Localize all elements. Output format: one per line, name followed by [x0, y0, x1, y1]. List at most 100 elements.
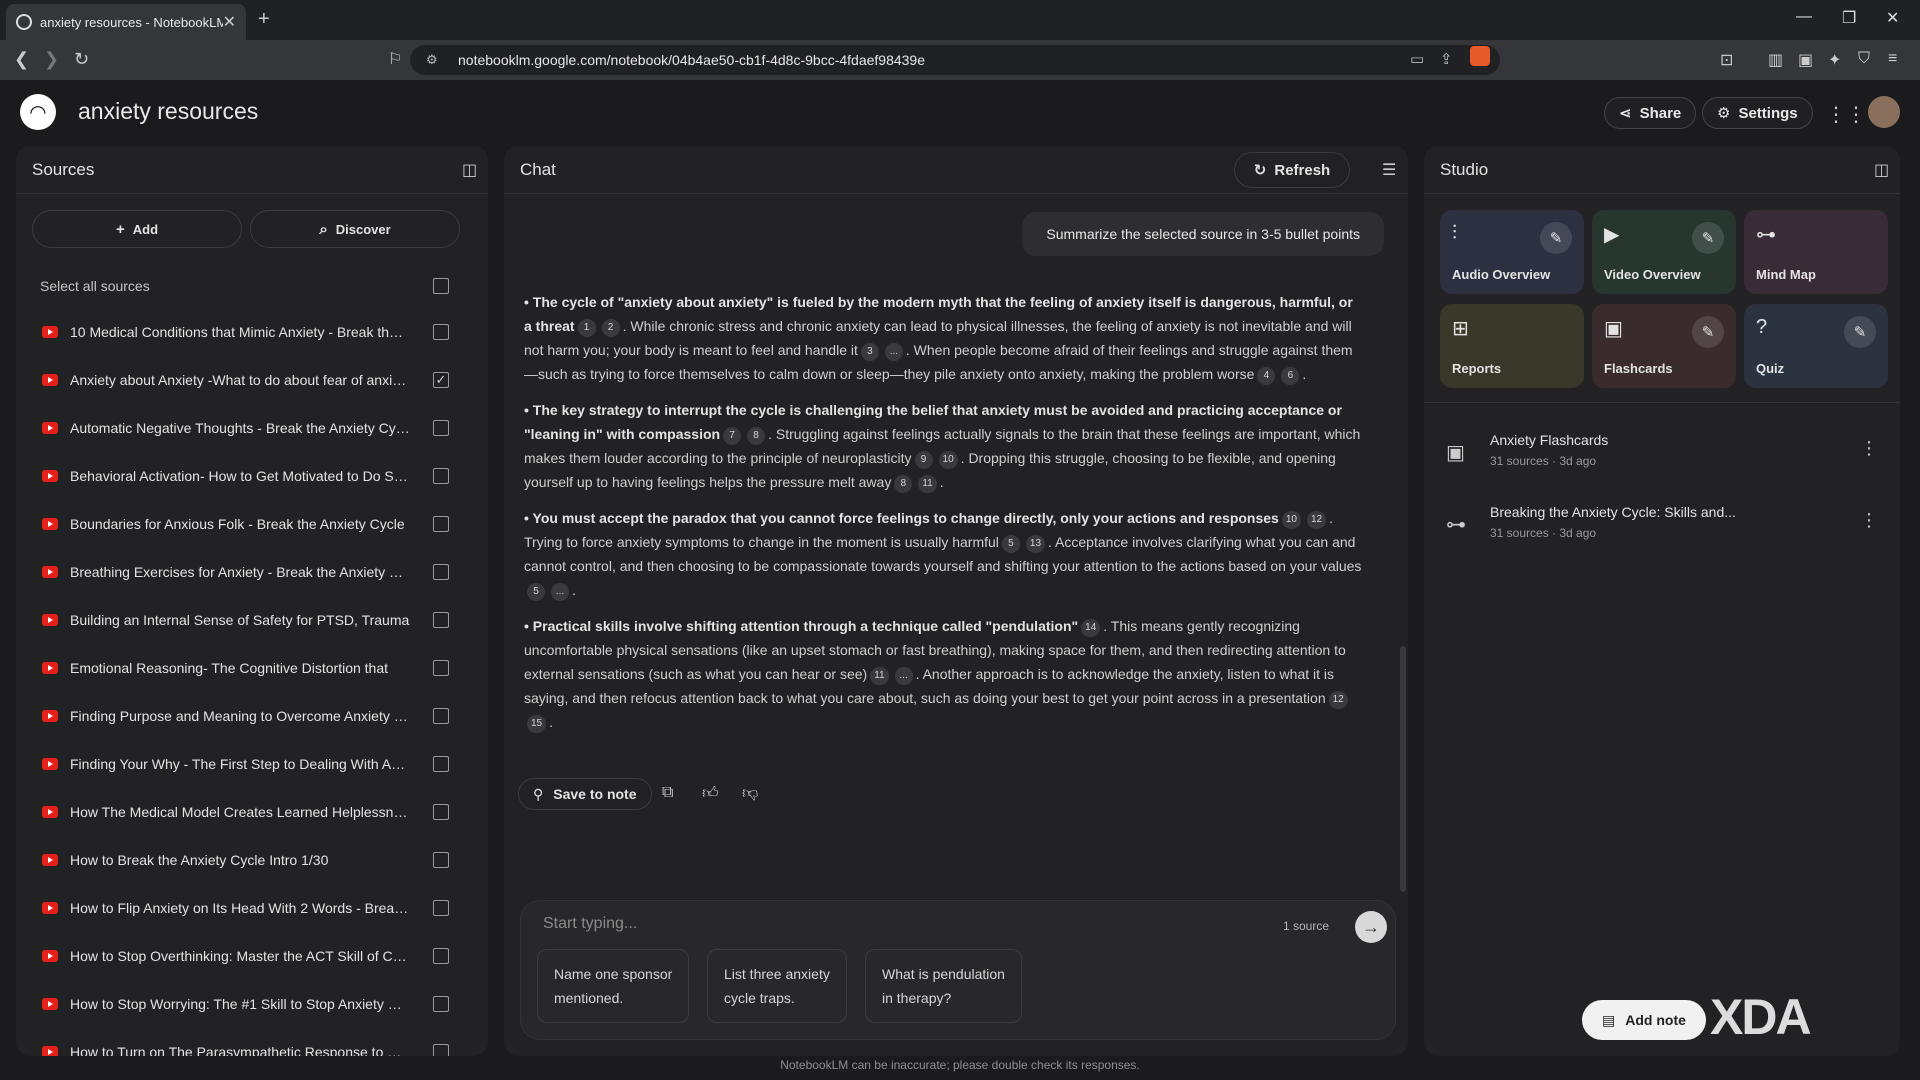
- minimize-icon[interactable]: —: [1796, 8, 1812, 26]
- brave-shield-icon[interactable]: [1470, 46, 1490, 66]
- studio-tile[interactable]: ? ✎ Quiz: [1744, 304, 1888, 388]
- menu-icon[interactable]: ≡: [1888, 50, 1897, 68]
- citation-chip[interactable]: 13: [1025, 535, 1046, 553]
- thumbs-down-icon[interactable]: 👎︎: [742, 784, 758, 803]
- url-bar[interactable]: ⚙ notebooklm.google.com/notebook/04b4ae5…: [410, 45, 1500, 75]
- edit-icon[interactable]: ✎: [1692, 316, 1724, 348]
- citation-chip[interactable]: 14: [1081, 619, 1101, 637]
- citation-chip[interactable]: 12: [1306, 511, 1327, 529]
- source-checkbox[interactable]: ✓: [433, 372, 449, 388]
- source-item[interactable]: Automatic Negative Thoughts - Break the …: [42, 408, 412, 448]
- vpn-icon[interactable]: ⛉: [1858, 50, 1870, 68]
- citation-chip[interactable]: ...: [884, 343, 903, 361]
- source-item[interactable]: How to Stop Worrying: The #1 Skill to St…: [42, 984, 412, 1024]
- screenshot-icon[interactable]: ⊡: [1720, 50, 1733, 70]
- source-item[interactable]: Boundaries for Anxious Folk - Break the …: [42, 504, 412, 544]
- leo-ai-icon[interactable]: ✦: [1828, 50, 1841, 70]
- collapse-sources-icon[interactable]: ◫: [462, 160, 477, 180]
- select-all-checkbox[interactable]: [433, 278, 449, 294]
- restore-icon[interactable]: ❐: [1842, 8, 1856, 28]
- close-tab-icon[interactable]: ✕: [223, 12, 236, 32]
- share-button[interactable]: ⋖ Share: [1604, 97, 1697, 129]
- citation-chip[interactable]: ...: [894, 667, 913, 685]
- edit-icon[interactable]: ✎: [1844, 316, 1876, 348]
- citation-chip[interactable]: 1: [577, 319, 596, 337]
- citation-chip[interactable]: 10: [1281, 511, 1301, 529]
- citation-chip[interactable]: 12: [1328, 691, 1348, 709]
- citation-chip[interactable]: 7: [723, 427, 742, 445]
- citation-chip[interactable]: 10: [938, 451, 958, 469]
- copy-icon[interactable]: ⧉: [662, 784, 673, 802]
- save-to-note-button[interactable]: ⚲ Save to note: [518, 778, 652, 810]
- source-checkbox[interactable]: [433, 996, 449, 1012]
- chat-input[interactable]: Start typing...: [543, 915, 637, 933]
- citation-chip[interactable]: 4: [1257, 367, 1276, 385]
- source-item[interactable]: Finding Purpose and Meaning to Overcome …: [42, 696, 412, 736]
- sidebar-toggle-icon[interactable]: ▥: [1768, 50, 1783, 70]
- source-checkbox[interactable]: [433, 612, 449, 628]
- citation-chip[interactable]: ...: [551, 583, 569, 601]
- chat-options-icon[interactable]: ☰: [1382, 160, 1396, 180]
- bookmark-icon[interactable]: ⚐: [388, 49, 402, 69]
- forward-icon[interactable]: ❯: [44, 49, 59, 70]
- add-note-button[interactable]: ▤ Add note: [1582, 1000, 1706, 1040]
- edit-icon[interactable]: ✎: [1692, 222, 1724, 254]
- reload-icon[interactable]: ↻: [74, 49, 89, 70]
- source-item[interactable]: Behavioral Activation- How to Get Motiva…: [42, 456, 412, 496]
- source-checkbox[interactable]: [433, 468, 449, 484]
- source-checkbox[interactable]: [433, 852, 449, 868]
- source-item[interactable]: Finding Your Why - The First Step to Dea…: [42, 744, 412, 784]
- source-checkbox[interactable]: [433, 564, 449, 580]
- source-item[interactable]: Breathing Exercises for Anxiety - Break …: [42, 552, 412, 592]
- notebook-title[interactable]: anxiety resources: [78, 98, 258, 125]
- source-checkbox[interactable]: [433, 900, 449, 916]
- source-item[interactable]: How to Stop Overthinking: Master the ACT…: [42, 936, 412, 976]
- source-checkbox[interactable]: [433, 324, 449, 340]
- citation-chip[interactable]: 2: [601, 319, 620, 337]
- source-checkbox[interactable]: [433, 420, 449, 436]
- citation-chip[interactable]: 11: [918, 475, 937, 493]
- citation-chip[interactable]: 5: [1001, 535, 1020, 553]
- avatar[interactable]: [1868, 96, 1900, 128]
- more-vert-icon[interactable]: ⋮: [1860, 438, 1878, 459]
- more-vert-icon[interactable]: ⋮: [1860, 510, 1878, 531]
- notebooklm-logo-icon[interactable]: ◠: [20, 94, 56, 130]
- source-checkbox[interactable]: [433, 948, 449, 964]
- source-checkbox[interactable]: [433, 1044, 449, 1056]
- source-item[interactable]: How to Flip Anxiety on Its Head With 2 W…: [42, 888, 412, 928]
- citation-chip[interactable]: 15: [527, 715, 547, 733]
- collapse-studio-icon[interactable]: ◫: [1874, 160, 1889, 180]
- settings-button[interactable]: ⚙ Settings: [1702, 97, 1813, 129]
- send-button[interactable]: →: [1355, 911, 1387, 943]
- cast-icon[interactable]: ▭: [1410, 50, 1424, 68]
- thumbs-up-icon[interactable]: 👍︎: [702, 784, 719, 803]
- citation-chip[interactable]: 8: [894, 475, 913, 493]
- source-checkbox[interactable]: [433, 516, 449, 532]
- source-item[interactable]: How to Break the Anxiety Cycle Intro 1/3…: [42, 840, 412, 880]
- browser-tab[interactable]: anxiety resources - NotebookLM ✕: [6, 4, 246, 40]
- source-item[interactable]: Anxiety about Anxiety -What to do about …: [42, 360, 412, 400]
- source-checkbox[interactable]: [433, 804, 449, 820]
- wallet-icon[interactable]: ▣: [1798, 50, 1813, 70]
- suggestion-chip[interactable]: What is pendulation in therapy?: [865, 949, 1022, 1023]
- source-item[interactable]: How to Turn on The Parasympathetic Respo…: [42, 1032, 412, 1056]
- site-settings-icon[interactable]: ⚙: [426, 52, 438, 68]
- source-checkbox[interactable]: [433, 708, 449, 724]
- source-item[interactable]: How The Medical Model Creates Learned He…: [42, 792, 412, 832]
- refresh-button[interactable]: ↻ Refresh: [1234, 152, 1350, 188]
- citation-chip[interactable]: 5: [527, 583, 545, 601]
- source-item[interactable]: Building an Internal Sense of Safety for…: [42, 600, 412, 640]
- back-icon[interactable]: ❮: [14, 49, 29, 70]
- studio-tile[interactable]: ▣ ✎ Flashcards: [1592, 304, 1736, 388]
- citation-chip[interactable]: 3: [860, 343, 879, 361]
- citation-chip[interactable]: 8: [747, 427, 766, 445]
- edit-icon[interactable]: ✎: [1540, 222, 1572, 254]
- citation-chip[interactable]: 9: [914, 451, 933, 469]
- citation-chip[interactable]: 6: [1281, 367, 1300, 385]
- note-item[interactable]: ▣ Anxiety Flashcards 31 sources · 3d ago…: [1442, 426, 1878, 482]
- add-source-button[interactable]: + Add: [32, 210, 242, 248]
- note-item[interactable]: ⊶ Breaking the Anxiety Cycle: Skills and…: [1442, 498, 1878, 554]
- share-page-icon[interactable]: ⇪: [1440, 50, 1453, 68]
- source-item[interactable]: 10 Medical Conditions that Mimic Anxiety…: [42, 312, 412, 352]
- studio-tile[interactable]: ⊶ Mind Map: [1744, 210, 1888, 294]
